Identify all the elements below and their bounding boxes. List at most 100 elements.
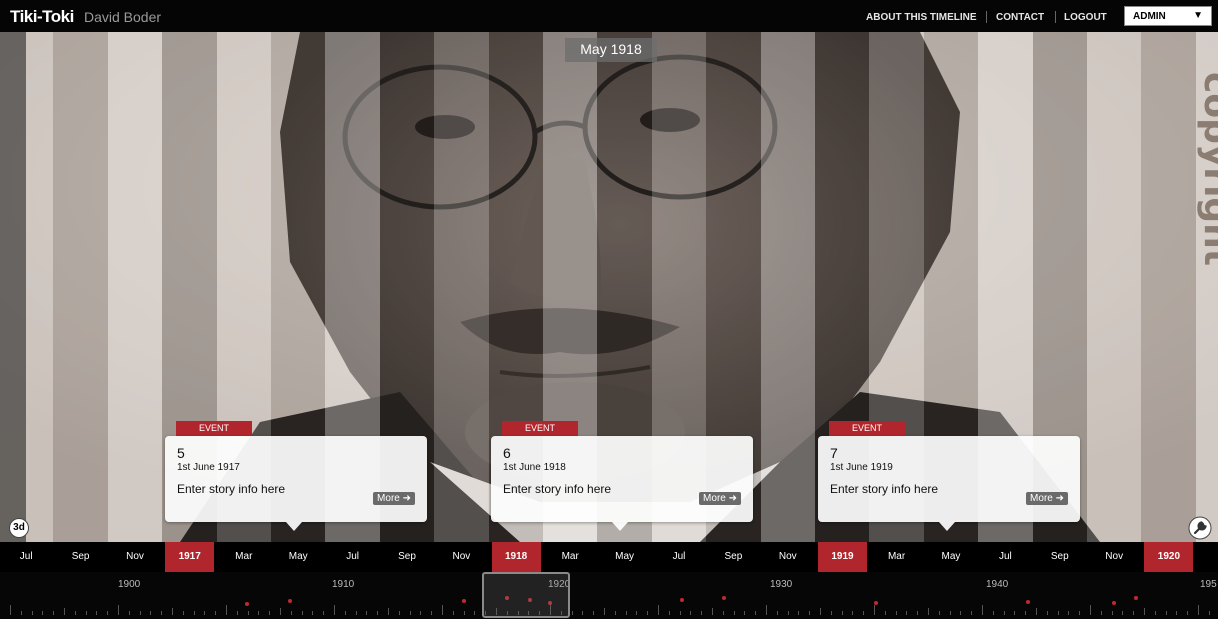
year-tick (668, 611, 670, 615)
year-tick (463, 611, 465, 615)
month-label[interactable]: Sep (1033, 542, 1087, 572)
event-marker[interactable] (288, 599, 292, 603)
year-tick (226, 605, 227, 615)
year-tick (139, 611, 141, 615)
event-category-tag: EVENT (502, 421, 578, 436)
year-tick (215, 611, 217, 615)
event-marker[interactable] (1026, 600, 1030, 604)
decade-label: 195 (1200, 579, 1217, 590)
more-button[interactable]: More ➜ (699, 492, 741, 505)
month-label[interactable]: Jul (978, 542, 1032, 572)
year-marker[interactable]: 1919 (818, 542, 867, 572)
year-tick (722, 611, 724, 615)
timeline-owner: David Boder (84, 9, 162, 25)
year-tick (355, 611, 357, 615)
year-tick (1003, 611, 1005, 615)
month-label[interactable]: May (271, 542, 325, 572)
more-button[interactable]: More ➜ (373, 492, 415, 505)
event-marker[interactable] (462, 599, 466, 603)
month-label[interactable]: Nov (434, 542, 488, 572)
event-card[interactable]: 7 1st June 1919 Enter story info here Mo… (818, 436, 1080, 531)
month-label[interactable]: Jul (325, 542, 379, 572)
event-story: Enter story info here (177, 482, 286, 496)
year-tick (863, 611, 865, 615)
month-label[interactable]: Nov (761, 542, 815, 572)
year-tick (193, 611, 195, 615)
month-label[interactable]: May (597, 542, 651, 572)
year-marker[interactable]: 1920 (1144, 542, 1194, 572)
decade-label: 1900 (118, 579, 141, 590)
year-tick (1176, 611, 1178, 615)
contact-link[interactable]: CONTACT (996, 12, 1044, 23)
year-tick (128, 611, 130, 615)
month-label[interactable]: Sep (53, 542, 107, 572)
navigator-window[interactable] (482, 572, 570, 618)
month-label[interactable]: Mar (217, 542, 271, 572)
year-tick (204, 611, 206, 615)
year-tick (798, 611, 800, 615)
month-label[interactable]: Sep (706, 542, 760, 572)
app-logo[interactable]: Tiki-Toki (10, 7, 74, 27)
month-label[interactable]: Jul (0, 542, 53, 572)
admin-select-value: ADMIN (1133, 11, 1166, 22)
event-marker[interactable] (245, 602, 249, 606)
month-label[interactable]: M (1196, 542, 1218, 572)
event-date: 1st June 1917 (177, 462, 240, 473)
event-marker[interactable] (1134, 596, 1138, 600)
decade-label: 1940 (986, 579, 1009, 590)
year-tick (290, 611, 292, 615)
year-tick (301, 611, 303, 615)
year-tick (841, 611, 843, 615)
year-marker[interactable]: 1917 (165, 542, 215, 572)
event-marker[interactable] (1112, 601, 1116, 605)
year-tick (701, 611, 703, 615)
event-marker[interactable] (722, 596, 726, 600)
month-column (53, 32, 108, 542)
admin-select[interactable]: ADMIN ▼ (1124, 6, 1212, 26)
timeline-stage[interactable]: copyright May 1918 EVENT 5 1st June 1917… (0, 32, 1218, 542)
more-button[interactable]: More ➜ (1026, 492, 1068, 505)
event-card[interactable]: 6 1st June 1918 Enter story info here Mo… (491, 436, 753, 531)
card-pointer (286, 522, 302, 531)
year-tick (236, 611, 238, 615)
month-label[interactable]: Sep (380, 542, 434, 572)
year-tick (884, 611, 886, 615)
event-marker[interactable] (680, 598, 684, 602)
month-column (1087, 32, 1142, 542)
logout-link[interactable]: LOGOUT (1064, 12, 1107, 23)
year-tick (830, 611, 832, 615)
about-timeline-link[interactable]: ABOUT THIS TIMELINE (866, 12, 977, 23)
year-tick (895, 611, 897, 615)
year-tick (820, 608, 821, 615)
nav-divider (1055, 11, 1056, 23)
year-tick (42, 611, 44, 615)
timeline-navigator[interactable]: 1900 1910 1920 1930 1940 195 (0, 572, 1218, 619)
year-tick (960, 611, 962, 615)
decade-label: 1910 (332, 579, 355, 590)
year-tick (1036, 608, 1037, 615)
month-label[interactable]: Nov (1087, 542, 1141, 572)
month-label[interactable]: Nov (108, 542, 162, 572)
year-tick (776, 611, 778, 615)
month-label[interactable]: May (924, 542, 978, 572)
year-tick (906, 611, 908, 615)
year-tick (571, 611, 573, 615)
wrench-icon[interactable] (1188, 516, 1212, 540)
year-marker[interactable]: 1918 (491, 542, 541, 572)
3d-view-button[interactable]: 3d (9, 518, 29, 538)
year-tick (712, 608, 713, 615)
year-tick (85, 611, 87, 615)
year-tick (1057, 611, 1059, 615)
year-tick (398, 611, 400, 615)
event-card[interactable]: 5 1st June 1917 Enter story info here Mo… (165, 436, 427, 531)
year-tick (593, 611, 595, 615)
month-label[interactable]: Jul (652, 542, 706, 572)
caret-down-icon: ▼ (1193, 10, 1203, 21)
year-tick (755, 611, 757, 615)
month-label[interactable]: Mar (543, 542, 597, 572)
month-label[interactable]: Mar (869, 542, 923, 572)
month-strip[interactable]: Jul Sep Nov 1917 Mar May Jul Sep Nov 1918 Mar May Ju… (0, 542, 1218, 572)
year-tick (150, 611, 152, 615)
event-marker[interactable] (874, 601, 878, 605)
card-pointer (612, 522, 628, 531)
